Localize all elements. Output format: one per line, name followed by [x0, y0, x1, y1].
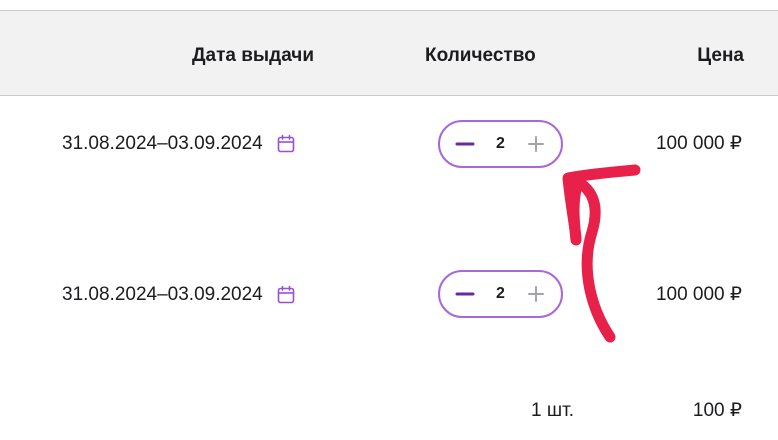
calendar-icon[interactable] — [276, 134, 296, 154]
date-range: 31.08.2024–03.09.2024 — [62, 133, 263, 154]
order-table: Дата выдачи Количество Цена 31.08.2024–0… — [0, 0, 778, 440]
header-quantity: Количество — [425, 45, 536, 66]
quantity-value: 2 — [496, 135, 505, 152]
header-price: Цена — [697, 45, 744, 66]
table-row-2-date: 31.08.2024–03.09.2024 — [62, 284, 296, 306]
table-row-1-date: 31.08.2024–03.09.2024 — [62, 133, 296, 155]
date-range: 31.08.2024–03.09.2024 — [62, 284, 263, 305]
summary-quantity: 1 шт. — [531, 400, 574, 421]
calendar-icon[interactable] — [276, 285, 296, 305]
minus-icon[interactable] — [454, 283, 476, 305]
row-price: 100 000 ₽ — [655, 133, 742, 154]
summary-price: 100 ₽ — [692, 400, 742, 421]
row-price: 100 000 ₽ — [655, 284, 742, 305]
quantity-value: 2 — [496, 285, 505, 302]
header-date: Дата выдачи — [191, 45, 314, 66]
annotation-arrow-icon — [562, 164, 641, 343]
minus-icon[interactable] — [454, 133, 476, 155]
table-header: Дата выдачи Количество Цена — [0, 10, 778, 96]
